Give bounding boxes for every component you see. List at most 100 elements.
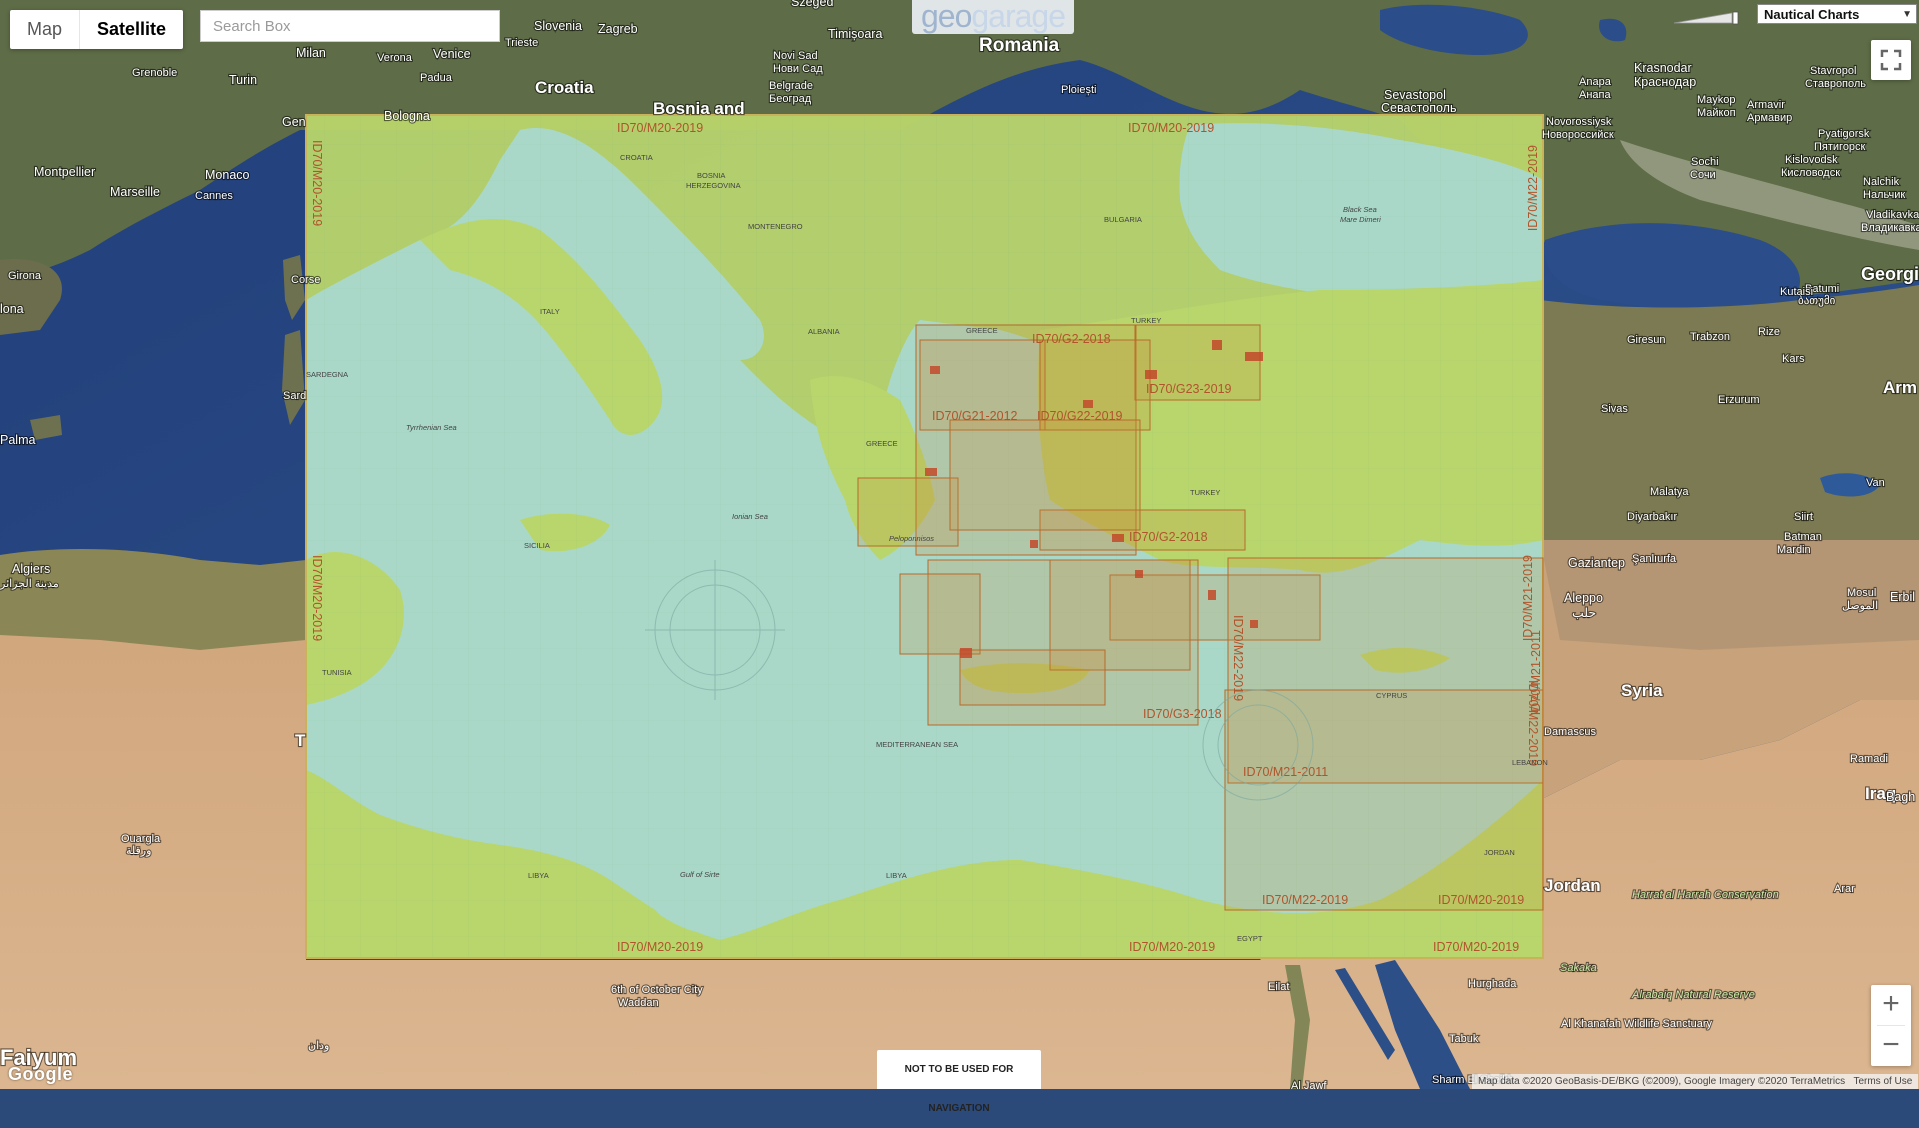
svg-text:GREECE: GREECE <box>966 326 998 335</box>
chart-box-crete[interactable] <box>899 573 981 655</box>
fullscreen-icon <box>1880 49 1902 71</box>
svg-text:GREECE: GREECE <box>866 439 898 448</box>
zoom-in-button[interactable]: + <box>1871 985 1911 1025</box>
svg-text:Trieste: Trieste <box>505 37 538 49</box>
svg-text:Kutaisi: Kutaisi <box>1780 286 1813 298</box>
anatolia-land <box>1540 285 1919 560</box>
svg-text:Aleppo: Aleppo <box>1564 591 1603 605</box>
search-input[interactable] <box>200 10 500 42</box>
chart-label: ID70/M22-2019 <box>1262 893 1348 907</box>
svg-text:Arm: Arm <box>1883 378 1917 397</box>
svg-text:Београд: Београд <box>769 93 812 105</box>
chart-box-north-aegean[interactable] <box>949 419 1141 531</box>
google-logo[interactable]: Google <box>8 1064 73 1085</box>
svg-text:Verona: Verona <box>377 52 413 64</box>
logo-text-b: garage <box>971 0 1066 34</box>
svg-text:Padua: Padua <box>420 72 453 84</box>
svg-text:Diyarbakır: Diyarbakır <box>1627 511 1677 523</box>
svg-text:Alrabaiq Natural Reserve: Alrabaiq Natural Reserve <box>1631 989 1755 1001</box>
chart-layer-select[interactable]: Nautical Charts ▼ <box>1757 4 1917 24</box>
svg-text:Erzurum: Erzurum <box>1718 394 1760 406</box>
svg-text:LIBYA: LIBYA <box>528 871 549 880</box>
chart-box-south-crete[interactable] <box>959 649 1106 706</box>
svg-text:Владикавказ: Владикавказ <box>1861 222 1919 234</box>
svg-text:Novorossiysk: Novorossiysk <box>1546 116 1612 128</box>
svg-text:Algiers: Algiers <box>12 562 50 576</box>
chart-label: ID70/M20-2019 <box>1438 893 1524 907</box>
svg-text:Sakaka: Sakaka <box>1560 962 1597 974</box>
svg-text:Girona: Girona <box>8 270 42 282</box>
map-attribution: Map data ©2020 GeoBasis-DE/BKG (©2009), … <box>1472 1074 1919 1089</box>
opacity-slider[interactable] <box>1672 11 1740 25</box>
svg-text:Gulf of Sirte: Gulf of Sirte <box>680 870 720 879</box>
geogarage-logo: geogarage <box>912 0 1074 34</box>
svg-text:Timișoara: Timișoara <box>828 27 882 41</box>
svg-text:Van: Van <box>1866 477 1885 489</box>
svg-text:Şanlıurfa: Şanlıurfa <box>1632 553 1677 565</box>
chart-label: ID70/G23-2019 <box>1146 382 1232 396</box>
svg-text:Peloponnisos: Peloponnisos <box>889 534 934 543</box>
svg-text:ALBANIA: ALBANIA <box>808 327 840 336</box>
svg-text:HERZEGOVINA: HERZEGOVINA <box>686 181 741 190</box>
svg-text:T: T <box>295 731 306 750</box>
svg-text:Slovenia: Slovenia <box>534 19 582 33</box>
svg-text:Stavropol: Stavropol <box>1810 65 1856 77</box>
svg-text:Нови Сад: Нови Сад <box>773 63 823 75</box>
svg-text:Kars: Kars <box>1782 353 1805 365</box>
chart-label: ID70/G21-2012 <box>932 409 1018 423</box>
chart-label: ID70/M20-2019 <box>617 940 703 954</box>
svg-text:Kislovodsk: Kislovodsk <box>1785 154 1838 166</box>
svg-text:Nalchik: Nalchik <box>1863 176 1900 188</box>
svg-text:Giresun: Giresun <box>1627 334 1666 346</box>
opacity-slider-handle[interactable] <box>1732 11 1739 25</box>
chart-label: ID70/G22-2019 <box>1037 409 1123 423</box>
svg-text:Sivas: Sivas <box>1601 403 1628 415</box>
svg-text:CYPRUS: CYPRUS <box>1376 691 1407 700</box>
svg-text:Краснодар: Краснодар <box>1634 75 1696 89</box>
svg-text:Maykop: Maykop <box>1697 94 1736 106</box>
zoom-out-button[interactable]: − <box>1871 1026 1911 1066</box>
chart-box-m22[interactable] <box>1224 689 1544 911</box>
terms-link[interactable]: Terms of Use <box>1853 1076 1912 1087</box>
svg-text:Novi Sad: Novi Sad <box>773 50 818 62</box>
chart-label: ID70/M22-2019 <box>1231 615 1245 701</box>
svg-text:BOSNIA: BOSNIA <box>697 171 725 180</box>
svg-text:Ionian Sea: Ionian Sea <box>732 512 768 521</box>
svg-text:Trabzon: Trabzon <box>1690 331 1730 343</box>
svg-text:Ploiești: Ploiești <box>1061 84 1096 96</box>
svg-text:Rize: Rize <box>1758 326 1780 338</box>
svg-text:Anapa: Anapa <box>1579 76 1612 88</box>
svg-text:MONTENEGRO: MONTENEGRO <box>748 222 803 231</box>
svg-text:Пятигорск: Пятигорск <box>1814 141 1866 153</box>
svg-text:TURKEY: TURKEY <box>1190 488 1220 497</box>
svg-text:lona: lona <box>0 302 24 316</box>
svg-text:Milan: Milan <box>296 46 326 60</box>
svg-text:TURKEY: TURKEY <box>1131 316 1161 325</box>
svg-text:Gaziantep: Gaziantep <box>1568 556 1625 570</box>
svg-text:Tyrrhenian Sea: Tyrrhenian Sea <box>406 423 457 432</box>
map-type-map-button[interactable]: Map <box>10 10 79 49</box>
svg-text:Siirt: Siirt <box>1794 511 1813 523</box>
svg-text:SARDEGNA: SARDEGNA <box>306 370 348 379</box>
svg-text:CROATIA: CROATIA <box>620 153 653 162</box>
svg-text:LEBANON: LEBANON <box>1512 758 1548 767</box>
chart-label: ID70/M22-2019 <box>1526 145 1540 231</box>
satellite-map[interactable]: ID70/M20-2019 ID70/M20-2019 ID70/M20-201… <box>0 0 1919 1089</box>
svg-text:حلب: حلب <box>1572 606 1596 620</box>
svg-text:JORDAN: JORDAN <box>1484 848 1515 857</box>
fullscreen-button[interactable] <box>1871 40 1911 80</box>
svg-text:Pyatigorsk: Pyatigorsk <box>1818 128 1870 140</box>
chart-label: ID70/G2-2018 <box>1129 530 1208 544</box>
svg-text:الموصل: الموصل <box>1842 600 1878 612</box>
svg-text:Sochi: Sochi <box>1691 156 1719 168</box>
chart-label: ID70/M20-2019 <box>1128 121 1214 135</box>
svg-text:LIBYA: LIBYA <box>886 871 907 880</box>
svg-text:Майкоп: Майкоп <box>1697 107 1736 119</box>
svg-text:Damascus: Damascus <box>1544 726 1596 738</box>
chevron-down-icon: ▼ <box>1902 9 1912 20</box>
svg-text:Montpellier: Montpellier <box>34 165 95 179</box>
svg-text:Bagh: Bagh <box>1886 790 1915 804</box>
svg-text:Eilat: Eilat <box>1268 981 1289 993</box>
svg-text:Sevastopol: Sevastopol <box>1384 88 1446 102</box>
map-type-satellite-button[interactable]: Satellite <box>79 10 183 49</box>
